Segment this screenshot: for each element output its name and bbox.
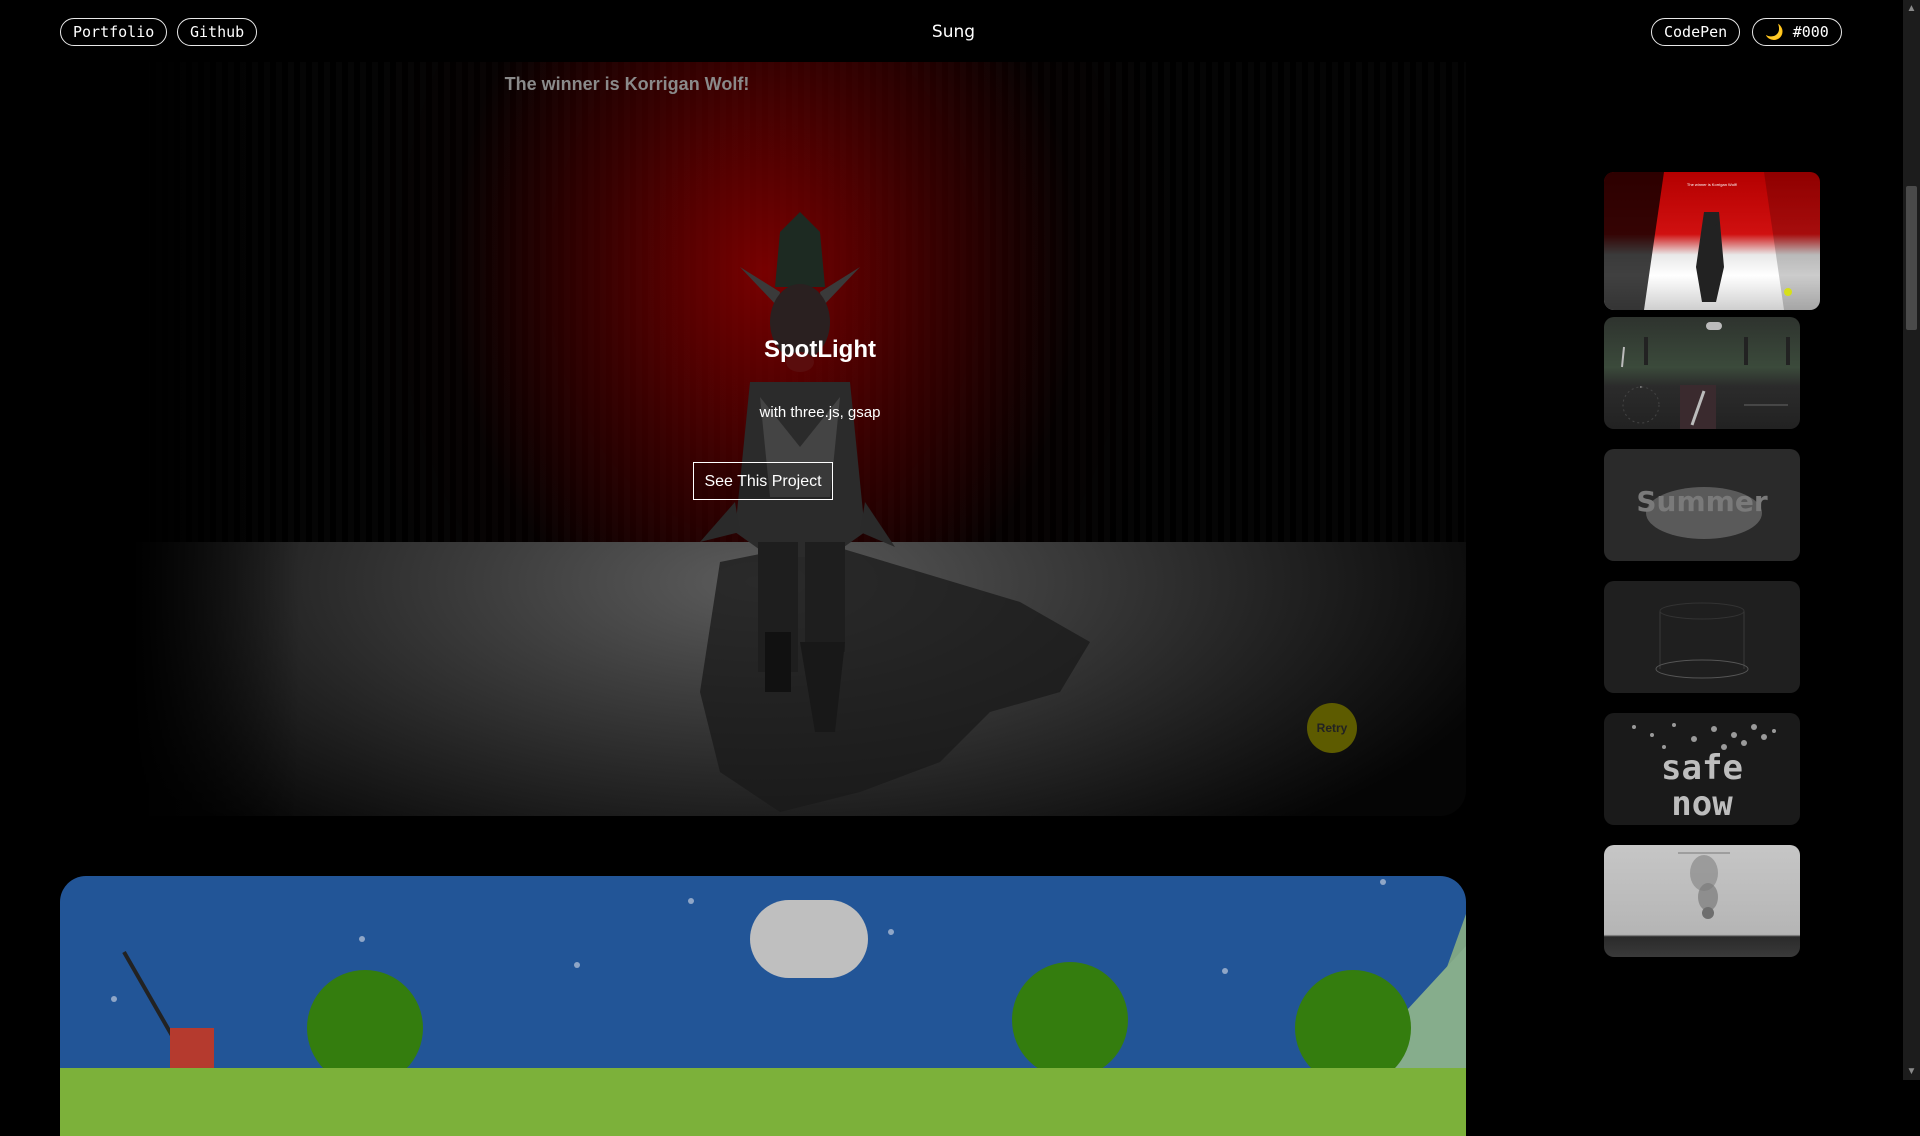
- project-title: SpotLight: [764, 336, 876, 363]
- theme-toggle-button[interactable]: 🌙 #000: [1752, 18, 1842, 46]
- page-scrollbar[interactable]: ▲ ▼: [1903, 0, 1920, 1080]
- svg-text:Summer: Summer: [1636, 485, 1767, 518]
- thumbnail-smoke[interactable]: [1604, 845, 1800, 957]
- wolf-character-figure: [700, 212, 895, 732]
- scroll-down-arrow-icon[interactable]: ▼: [1903, 1063, 1920, 1080]
- thumbnail-safe-now[interactable]: safe now: [1604, 713, 1800, 825]
- top-nav: Portfolio Github Sung CodePen 🌙 #000: [0, 0, 1903, 66]
- winner-banner: The winner is Korrigan Wolf!: [504, 74, 750, 94]
- scrollbar-thumb[interactable]: [1906, 186, 1917, 330]
- thumbnail-game-scene[interactable]: [1604, 317, 1800, 429]
- svg-text:safe: safe: [1661, 748, 1743, 788]
- thumbnail-ring-3d[interactable]: [1604, 581, 1800, 693]
- svg-text:now: now: [1671, 784, 1733, 824]
- scroll-up-arrow-icon[interactable]: ▲: [1903, 0, 1920, 17]
- see-project-button[interactable]: See This Project: [693, 462, 833, 500]
- retry-button[interactable]: Retry: [1307, 703, 1357, 753]
- thumbnail-spotlight[interactable]: The winner is Korrigan Wolf!: [1604, 172, 1820, 310]
- codepen-button[interactable]: CodePen: [1651, 18, 1741, 46]
- project-subtitle: with three.js, gsap: [759, 404, 881, 421]
- site-title: Sung: [931, 22, 976, 42]
- project-card-spotlight: The winner is Korrigan Wolf! SpotLight w…: [60, 62, 1466, 816]
- game-scene-illustration: [60, 879, 1466, 1136]
- thumbnail-summer[interactable]: Summer: [1604, 449, 1800, 561]
- project-card-game-scene[interactable]: [60, 876, 1466, 1136]
